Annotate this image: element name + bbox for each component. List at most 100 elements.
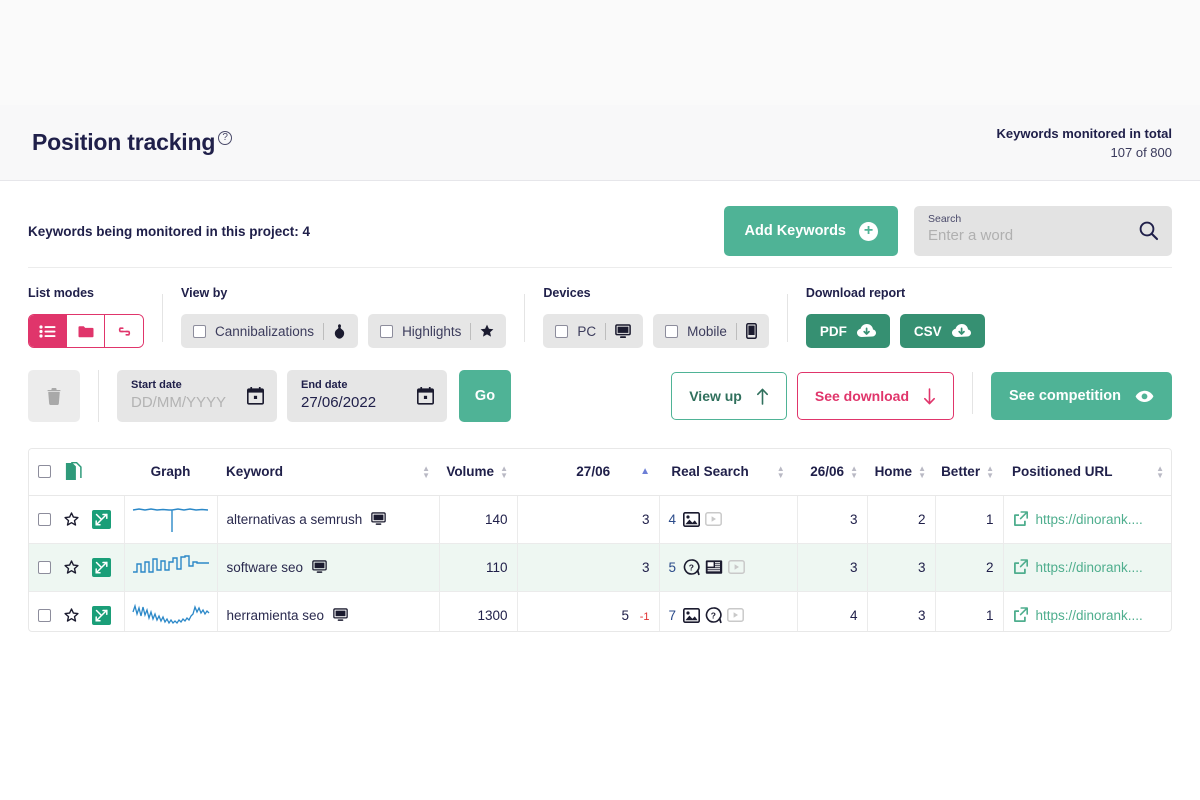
- row-keyword[interactable]: herramienta seo: [217, 591, 439, 632]
- select-all-checkbox[interactable]: [38, 465, 51, 478]
- external-link-icon: [1013, 559, 1029, 575]
- download-csv-button[interactable]: CSV: [900, 314, 985, 348]
- end-date-label: End date: [301, 379, 435, 391]
- th-home-label: Home: [875, 464, 913, 479]
- row-controls: [29, 591, 124, 632]
- table-header: Graph Keyword ▲▼ Volume ▲▼: [29, 449, 1172, 495]
- shuffle-chart-icon[interactable]: [92, 558, 111, 577]
- end-date-field[interactable]: End date 27/06/2022: [287, 370, 447, 422]
- list-view-button[interactable]: [29, 315, 67, 347]
- search-input[interactable]: [928, 227, 1128, 244]
- folder-view-button[interactable]: [67, 315, 105, 347]
- row-date-current-value: 3: [642, 512, 650, 527]
- row-volume: 110: [439, 543, 517, 591]
- cannibalizations-filter[interactable]: Cannibalizations: [181, 314, 358, 348]
- th-better-label: Better: [941, 464, 980, 479]
- row-sparkline[interactable]: [124, 591, 217, 632]
- list-modes-group: List modes: [28, 286, 144, 348]
- highlights-filter[interactable]: Highlights: [368, 314, 506, 348]
- th-better[interactable]: Better ▲▼: [935, 449, 1003, 495]
- shuffle-chart-icon[interactable]: [92, 510, 111, 529]
- pc-checkbox[interactable]: [555, 325, 568, 338]
- sort-icon[interactable]: ▲▼: [1156, 465, 1164, 479]
- highlights-checkbox[interactable]: [380, 325, 393, 338]
- device-mobile-filter[interactable]: Mobile: [653, 314, 769, 348]
- pill-divider: [605, 323, 606, 340]
- row-url[interactable]: https://dinorank....: [1003, 495, 1172, 543]
- go-button[interactable]: Go: [459, 370, 511, 422]
- view-by-title: View by: [181, 286, 506, 300]
- sort-icon[interactable]: ▲▼: [777, 465, 785, 479]
- see-download-button[interactable]: See download: [797, 372, 954, 420]
- shuffle-chart-icon[interactable]: [92, 606, 111, 625]
- question-circle-icon[interactable]: ?: [218, 131, 232, 145]
- filters-divider-2: [524, 294, 525, 342]
- sort-icon[interactable]: ▲▼: [918, 465, 926, 479]
- table-row[interactable]: software seo 110 3 5: [29, 543, 1172, 591]
- duplicate-page-icon[interactable]: [65, 462, 82, 481]
- toolbar-right: Add Keywords + Search: [724, 206, 1172, 256]
- link-view-button[interactable]: [105, 315, 143, 347]
- star-outline-icon[interactable]: [64, 608, 79, 623]
- row-sparkline[interactable]: [124, 495, 217, 543]
- calendar-icon[interactable]: [247, 387, 264, 405]
- device-pc-filter[interactable]: PC: [543, 314, 643, 348]
- th-keyword-label: Keyword: [226, 464, 283, 479]
- sort-icon[interactable]: ▲▼: [500, 465, 508, 479]
- keywords-table-wrap[interactable]: Graph Keyword ▲▼ Volume ▲▼: [28, 448, 1172, 632]
- th-home[interactable]: Home ▲▼: [867, 449, 935, 495]
- sort-icon[interactable]: ▲▼: [422, 465, 430, 479]
- row-controls: [29, 543, 124, 591]
- th-keyword[interactable]: Keyword ▲▼: [217, 449, 439, 495]
- row-url[interactable]: https://dinorank....: [1003, 591, 1172, 632]
- star-outline-icon[interactable]: [64, 560, 79, 575]
- row-real-search-position: 7: [669, 608, 677, 623]
- start-date-field[interactable]: Start date DD/MM/YYYY: [117, 370, 277, 422]
- faq-question-icon: ?: [683, 559, 700, 576]
- th-select: [29, 449, 124, 495]
- desktop-icon: [371, 512, 386, 526]
- filters-row: List modes: [0, 268, 1200, 348]
- mobile-icon: [746, 323, 757, 339]
- project-keyword-count: Keywords being monitored in this project…: [28, 224, 310, 239]
- th-real-search[interactable]: Real Search ▲▼: [659, 449, 797, 495]
- add-keywords-button[interactable]: Add Keywords +: [724, 206, 898, 256]
- delete-selected-button[interactable]: [28, 370, 80, 422]
- row-checkbox[interactable]: [38, 561, 51, 574]
- download-pdf-button[interactable]: PDF: [806, 314, 890, 348]
- row-url[interactable]: https://dinorank....: [1003, 543, 1172, 591]
- table-header-row: Graph Keyword ▲▼ Volume ▲▼: [29, 449, 1172, 495]
- star-outline-icon[interactable]: [64, 512, 79, 527]
- th-positioned-url[interactable]: Positioned URL ▲▼: [1003, 449, 1172, 495]
- cannibalizations-checkbox[interactable]: [193, 325, 206, 338]
- search-box[interactable]: Search: [914, 206, 1172, 256]
- devices-group: Devices PC Mobile: [543, 286, 769, 348]
- th-date-prev[interactable]: 26/06 ▲▼: [797, 449, 867, 495]
- row-sparkline[interactable]: [124, 543, 217, 591]
- dates-row: Start date DD/MM/YYYY End date 27/06/202…: [0, 348, 1200, 422]
- view-up-button[interactable]: View up: [671, 372, 787, 420]
- th-volume[interactable]: Volume ▲▼: [439, 449, 517, 495]
- table-row[interactable]: alternativas a semrush 140 3 4: [29, 495, 1172, 543]
- calendar-icon[interactable]: [417, 387, 434, 405]
- mobile-checkbox[interactable]: [665, 325, 678, 338]
- search-icon[interactable]: [1138, 220, 1159, 241]
- sort-icon[interactable]: ▲▼: [850, 465, 858, 479]
- sort-icon[interactable]: ▲▼: [986, 465, 994, 479]
- keywords-total: Keywords monitored in total 107 of 800: [996, 126, 1172, 160]
- video-play-icon: [727, 608, 744, 622]
- end-date-value: 27/06/2022: [301, 394, 435, 411]
- table-row[interactable]: herramienta seo 1300 5 -1 7: [29, 591, 1172, 632]
- row-keyword[interactable]: alternativas a semrush: [217, 495, 439, 543]
- row-checkbox[interactable]: [38, 609, 51, 622]
- row-better: 1: [935, 591, 1003, 632]
- keywords-table: Graph Keyword ▲▼ Volume ▲▼: [29, 449, 1172, 632]
- see-competition-button[interactable]: See competition: [991, 372, 1172, 420]
- th-date-current[interactable]: 27/06 ▲: [517, 449, 659, 495]
- row-keyword[interactable]: software seo: [217, 543, 439, 591]
- cloud-download-icon: [952, 324, 971, 338]
- sort-asc-icon[interactable]: ▲: [640, 466, 650, 477]
- row-checkbox[interactable]: [38, 513, 51, 526]
- th-graph-label: Graph: [151, 464, 191, 479]
- row-keyword-text: software seo: [227, 560, 304, 575]
